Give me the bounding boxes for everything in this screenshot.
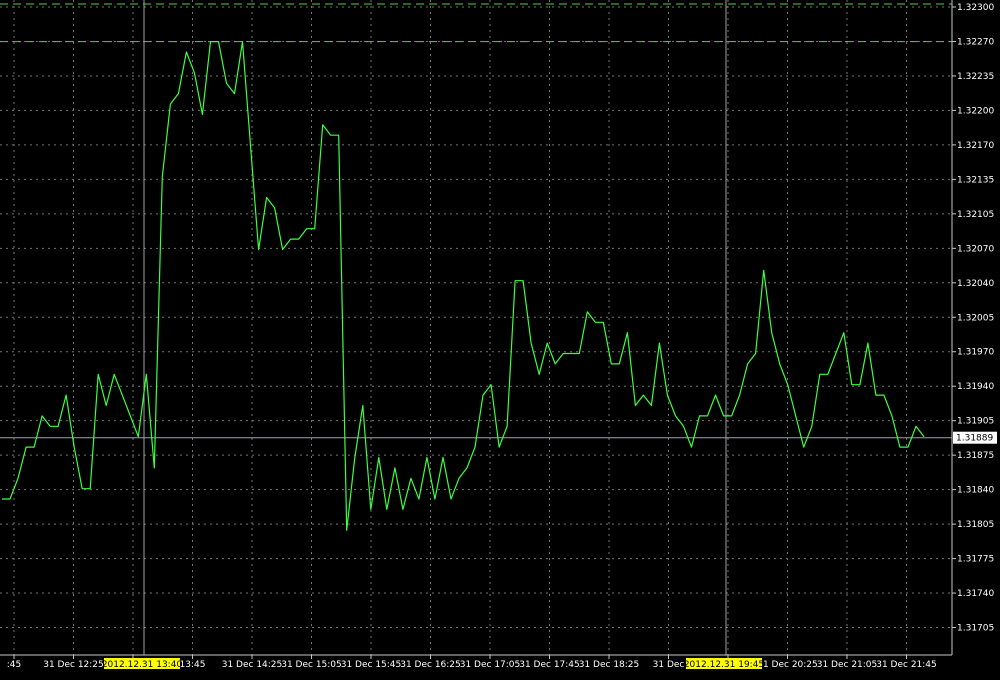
x-tick-label: 31 Dec 16:25	[400, 660, 461, 670]
y-tick-label: 1.31940	[957, 382, 994, 392]
x-tick-label: 31 Dec 15:05	[281, 660, 342, 670]
x-tick-label: 31 Dec 14:25	[222, 660, 283, 670]
y-tick-label: 1.31875	[957, 451, 994, 461]
y-tick-label: 1.32005	[957, 313, 994, 323]
y-tick-label: 1.32135	[957, 175, 994, 185]
y-tick-label: 1.31970	[957, 348, 994, 358]
x-tick-label: 31 Dec	[653, 660, 685, 670]
y-tick-label: 1.32235	[957, 72, 994, 82]
y-tick-label: 1.31905	[957, 417, 994, 427]
y-tick-label: 1.31775	[957, 555, 994, 565]
x-tick-label: 31 Dec 12:25	[43, 660, 104, 670]
date-highlight-label: 2012.12.31 13:40	[102, 660, 183, 670]
price-chart: 1.32300 1.32270 1.32235 1.32200 1.32170 1.321…	[0, 0, 1000, 680]
y-tick-label: 1.32170	[957, 141, 994, 151]
y-tick-label: 1.32300	[957, 3, 994, 13]
chart-background	[0, 0, 1000, 680]
y-tick-label: 1.31840	[957, 486, 994, 496]
x-tick-label: 31 Dec 21:45	[876, 660, 937, 670]
y-tick-label: 1.31805	[957, 520, 994, 530]
y-tick-label: 1.31740	[957, 589, 994, 599]
y-tick-label: 1.32200	[957, 106, 994, 116]
y-tick-label: 1.32270	[957, 37, 994, 47]
x-tick-label: :45	[7, 660, 21, 670]
date-highlight-label: 2012.12.31 19:45	[684, 660, 764, 670]
x-tick-label: 31 Dec 18:25	[579, 660, 640, 670]
y-tick-label: 1.32070	[957, 244, 994, 254]
y-tick-label: 1.32040	[957, 279, 994, 289]
x-tick-label: 31 Dec 17:05	[460, 660, 521, 670]
x-tick-label: 31 Dec 21:05	[817, 660, 878, 670]
y-tick-label: 1.32105	[957, 210, 994, 220]
x-tick-label: 31 Dec 20:25	[757, 660, 818, 670]
x-tick-label: 31 Dec 15:45	[341, 660, 402, 670]
y-tick-label: 1.31705	[957, 624, 994, 634]
x-tick-label: 13:45	[180, 660, 206, 670]
x-tick-label: 31 Dec 17:45	[519, 660, 580, 670]
current-price-label: 1.31889	[956, 434, 993, 444]
